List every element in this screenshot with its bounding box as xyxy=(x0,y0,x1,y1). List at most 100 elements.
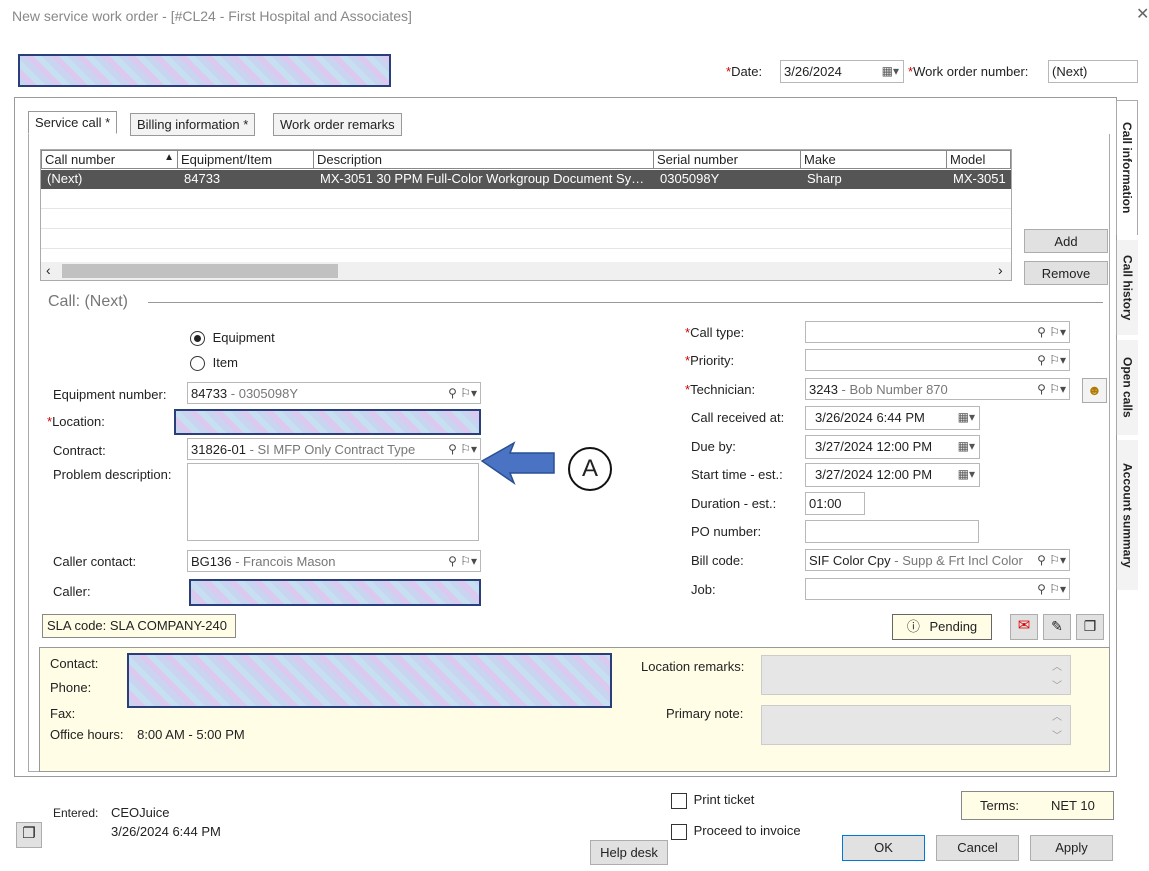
date-input[interactable]: 3/26/2024 ▦▾ xyxy=(780,60,904,83)
duration-input[interactable]: 01:00 xyxy=(805,492,865,515)
col-model[interactable]: Model xyxy=(946,150,1011,169)
job-input[interactable]: ⚲ ⚐▾ xyxy=(805,578,1070,600)
flag-menu-icon[interactable]: ⚐▾ xyxy=(1049,325,1066,339)
scroll-right-icon[interactable]: › xyxy=(998,262,1003,278)
scroll-down-icon[interactable]: ﹀ xyxy=(1052,677,1062,692)
apply-button[interactable]: Apply xyxy=(1030,835,1113,861)
col-call-number[interactable]: Call number ▲ xyxy=(41,150,178,169)
annotation-arrow xyxy=(480,441,555,486)
radio-unchecked-icon xyxy=(190,356,205,372)
contact-phone-redacted xyxy=(127,653,612,708)
remove-button[interactable]: Remove xyxy=(1024,261,1108,285)
work-order-input[interactable]: (Next) xyxy=(1048,60,1138,83)
problem-description-input[interactable] xyxy=(187,463,479,541)
bill-code-label: Bill code: xyxy=(691,553,744,568)
col-equipment-item[interactable]: Equipment/Item xyxy=(177,150,314,169)
call-received-input[interactable]: 3/26/2024 6:44 PM ▦▾ xyxy=(805,406,980,430)
call-type-input[interactable]: ⚲ ⚐▾ xyxy=(805,321,1070,343)
contract-input[interactable]: 31826-01 - SI MFP Only Contract Type ⚲ ⚐… xyxy=(187,438,481,460)
calendar-icon[interactable]: ▦▾ xyxy=(958,467,975,481)
flag-menu-icon[interactable]: ⚐▾ xyxy=(460,442,477,456)
scroll-up-icon[interactable]: ︿ xyxy=(1052,708,1062,723)
terms-box: Terms: NET 10 xyxy=(961,791,1114,820)
add-button[interactable]: Add xyxy=(1024,229,1108,253)
flag-menu-icon[interactable]: ⚐▾ xyxy=(460,554,477,568)
start-time-input[interactable]: 3/27/2024 12:00 PM ▦▾ xyxy=(805,463,980,487)
contact-label: Contact: xyxy=(50,656,99,671)
print-ticket-checkbox[interactable]: Print ticket xyxy=(671,792,754,809)
col-description[interactable]: Description xyxy=(313,150,654,169)
equipment-number-input[interactable]: 84733 - 0305098Y ⚲ ⚐▾ xyxy=(187,382,481,404)
search-icon[interactable]: ⚲ xyxy=(1037,325,1046,339)
search-user-icon[interactable]: ⚲ xyxy=(448,554,457,568)
search-icon[interactable]: ⚲ xyxy=(448,442,457,456)
search-icon[interactable]: ⚲ xyxy=(448,386,457,400)
technician-input[interactable]: 3243 - Bob Number 870 ⚲ ⚐▾ xyxy=(805,378,1070,400)
work-order-label: *Work order number: xyxy=(908,64,1029,79)
grid-row-line xyxy=(41,228,1011,229)
flag-menu-icon[interactable]: ⚐▾ xyxy=(1049,553,1066,567)
calendar-icon[interactable]: ▦▾ xyxy=(882,64,899,78)
pending-button[interactable]: ⓘ Pending xyxy=(892,614,992,640)
radio-item[interactable]: Item xyxy=(190,355,238,372)
search-icon[interactable]: ⚲ xyxy=(1037,353,1046,367)
problem-description-label: Problem description: xyxy=(53,467,172,482)
search-icon[interactable]: ⚲ xyxy=(1037,382,1046,396)
checkbox-icon xyxy=(671,823,687,840)
caller-label: Caller: xyxy=(53,584,91,599)
annotation-marker: A xyxy=(568,447,612,491)
search-user-icon[interactable]: ⚲ xyxy=(1037,553,1046,567)
location-remarks-box[interactable]: ︿ ﹀ xyxy=(761,655,1071,695)
technician-lookup-icon[interactable]: ☻ xyxy=(1082,378,1107,403)
row-cell-make: Sharp xyxy=(807,171,842,186)
calendar-icon[interactable]: ▦▾ xyxy=(958,410,975,424)
side-tab-call-history[interactable]: Call history xyxy=(1116,240,1138,335)
help-desk-button[interactable]: Help desk xyxy=(590,840,668,865)
email-icon[interactable]: ✉ xyxy=(1010,614,1038,640)
flag-menu-icon[interactable]: ⚐▾ xyxy=(1049,382,1066,396)
ok-button[interactable]: OK xyxy=(842,835,925,861)
contract-label: Contract: xyxy=(53,443,106,458)
close-icon[interactable]: ✕ xyxy=(1136,4,1149,24)
search-icon[interactable]: ⚲ xyxy=(1037,582,1046,596)
tab-work-order-remarks[interactable]: Work order remarks xyxy=(273,113,402,136)
scroll-up-icon[interactable]: ︿ xyxy=(1052,658,1062,673)
call-received-label: Call received at: xyxy=(691,410,785,425)
window-title: New service work order - [#CL24 - First … xyxy=(12,8,412,24)
location-label: *Location: xyxy=(47,414,105,429)
flag-menu-icon[interactable]: ⚐▾ xyxy=(1049,353,1066,367)
flag-menu-icon[interactable]: ⚐▾ xyxy=(460,386,477,400)
scrollbar-thumb[interactable] xyxy=(62,264,338,278)
section-divider xyxy=(148,302,1103,303)
row-cell-equipment: 84733 xyxy=(184,171,221,186)
scroll-left-icon[interactable]: ‹ xyxy=(46,262,51,278)
notes-icon[interactable]: ❐ xyxy=(16,822,42,848)
proceed-to-invoice-checkbox[interactable]: Proceed to invoice xyxy=(671,823,801,840)
col-serial-number[interactable]: Serial number xyxy=(653,150,801,169)
col-make[interactable]: Make xyxy=(800,150,947,169)
scroll-down-icon[interactable]: ﹀ xyxy=(1052,727,1062,742)
calendar-icon[interactable]: ▦▾ xyxy=(958,439,975,453)
entered-label: Entered: xyxy=(53,806,99,820)
primary-note-box[interactable]: ︿ ﹀ xyxy=(761,705,1071,745)
caller-contact-input[interactable]: BG136 - Francois Mason ⚲ ⚐▾ xyxy=(187,550,481,572)
tab-service-call[interactable]: Service call * xyxy=(28,111,118,134)
call-type-label: *Call type: xyxy=(685,325,745,340)
bill-code-input[interactable]: SIF Color Cpy - Supp & Frt Incl Color ⚲ … xyxy=(805,549,1070,571)
side-tab-call-information[interactable]: Call information xyxy=(1116,100,1138,235)
due-by-input[interactable]: 3/27/2024 12:00 PM ▦▾ xyxy=(805,435,980,459)
side-tab-account-summary[interactable]: Account summary xyxy=(1116,440,1138,590)
priority-input[interactable]: ⚲ ⚐▾ xyxy=(805,349,1070,371)
tab-billing-information[interactable]: Billing information * xyxy=(130,113,256,136)
po-number-label: PO number: xyxy=(691,524,762,539)
location-remarks-label: Location remarks: xyxy=(641,659,745,674)
cancel-button[interactable]: Cancel xyxy=(936,835,1019,861)
fax-label: Fax: xyxy=(50,706,76,721)
copy-icon[interactable]: ❐ xyxy=(1076,614,1104,640)
po-number-input[interactable] xyxy=(805,520,979,543)
edit-icon[interactable]: ✎ xyxy=(1043,614,1071,640)
radio-equipment[interactable]: Equipment xyxy=(190,330,275,347)
grid-row-line xyxy=(41,248,1011,249)
side-tab-open-calls[interactable]: Open calls xyxy=(1116,340,1138,435)
flag-menu-icon[interactable]: ⚐▾ xyxy=(1049,582,1066,596)
